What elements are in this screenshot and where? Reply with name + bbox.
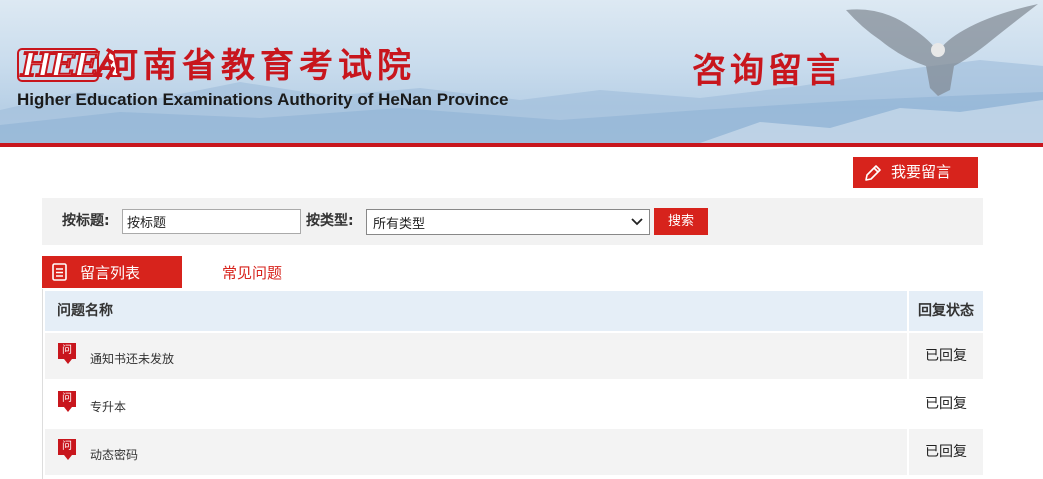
- page-heading: 咨询留言: [692, 51, 844, 91]
- table-row: 问 通知书还未发放 已回复: [43, 333, 984, 379]
- reply-status: 已回复: [925, 396, 967, 412]
- question-link[interactable]: 动态密码: [90, 447, 138, 463]
- list-icon: [52, 263, 67, 281]
- chevron-down-icon: [631, 218, 643, 226]
- eagle-icon: [846, 4, 1038, 96]
- row-name-cell: 问 专升本: [45, 381, 907, 427]
- row-name-cell: 问 动态密码: [45, 429, 907, 475]
- reply-status: 已回复: [909, 333, 983, 379]
- column-header-status: 回复状态: [909, 291, 983, 331]
- write-message-button[interactable]: 我要留言: [853, 157, 978, 188]
- pencil-icon: [865, 164, 881, 181]
- logo: HEEA: [17, 45, 123, 85]
- write-message-label: 我要留言: [891, 163, 952, 181]
- question-icon: 问: [58, 439, 76, 460]
- tab-faq[interactable]: 常见问题: [182, 256, 362, 288]
- title-search-input[interactable]: [122, 209, 301, 234]
- table-header: 问题名称 回复状态: [43, 289, 984, 331]
- header-divider: [0, 143, 1043, 147]
- question-icon: 问: [58, 343, 76, 364]
- tab-faq-label: 常见问题: [222, 263, 283, 282]
- column-header-name: 问题名称: [45, 291, 907, 331]
- search-button[interactable]: 搜索: [654, 208, 708, 235]
- title-filter-label: 按标题:: [62, 213, 110, 229]
- org-name-cn: 河南省教育考试院: [104, 46, 416, 86]
- question-link[interactable]: 专升本: [90, 399, 126, 415]
- tab-message-list[interactable]: 留言列表: [42, 256, 182, 288]
- reply-status: 已回复: [909, 429, 983, 475]
- type-select[interactable]: 所有类型: [366, 209, 650, 235]
- type-select-value: 所有类型: [373, 216, 426, 232]
- message-table: 问题名称 回复状态 问 通知书还未发放 已回复 问 专升本 已回复 问 动态密码…: [42, 289, 983, 479]
- type-filter-label: 按类型:: [306, 213, 354, 229]
- site-header: HEEA 河南省教育考试院 Higher Education Examinati…: [0, 0, 1043, 143]
- row-name-cell: 问 通知书还未发放: [45, 333, 907, 379]
- table-row: 问 动态密码 已回复: [43, 429, 984, 475]
- search-bar: 按标题: 按类型: 所有类型 搜索: [42, 198, 983, 245]
- question-icon: 问: [58, 391, 76, 412]
- org-name-en: Higher Education Examinations Authority …: [17, 90, 509, 109]
- tab-message-list-label: 留言列表: [80, 263, 141, 282]
- tab-bar: 留言列表 常见问题: [42, 256, 362, 288]
- table-row: 问 专升本 已回复: [43, 381, 984, 427]
- question-link[interactable]: 通知书还未发放: [90, 351, 174, 367]
